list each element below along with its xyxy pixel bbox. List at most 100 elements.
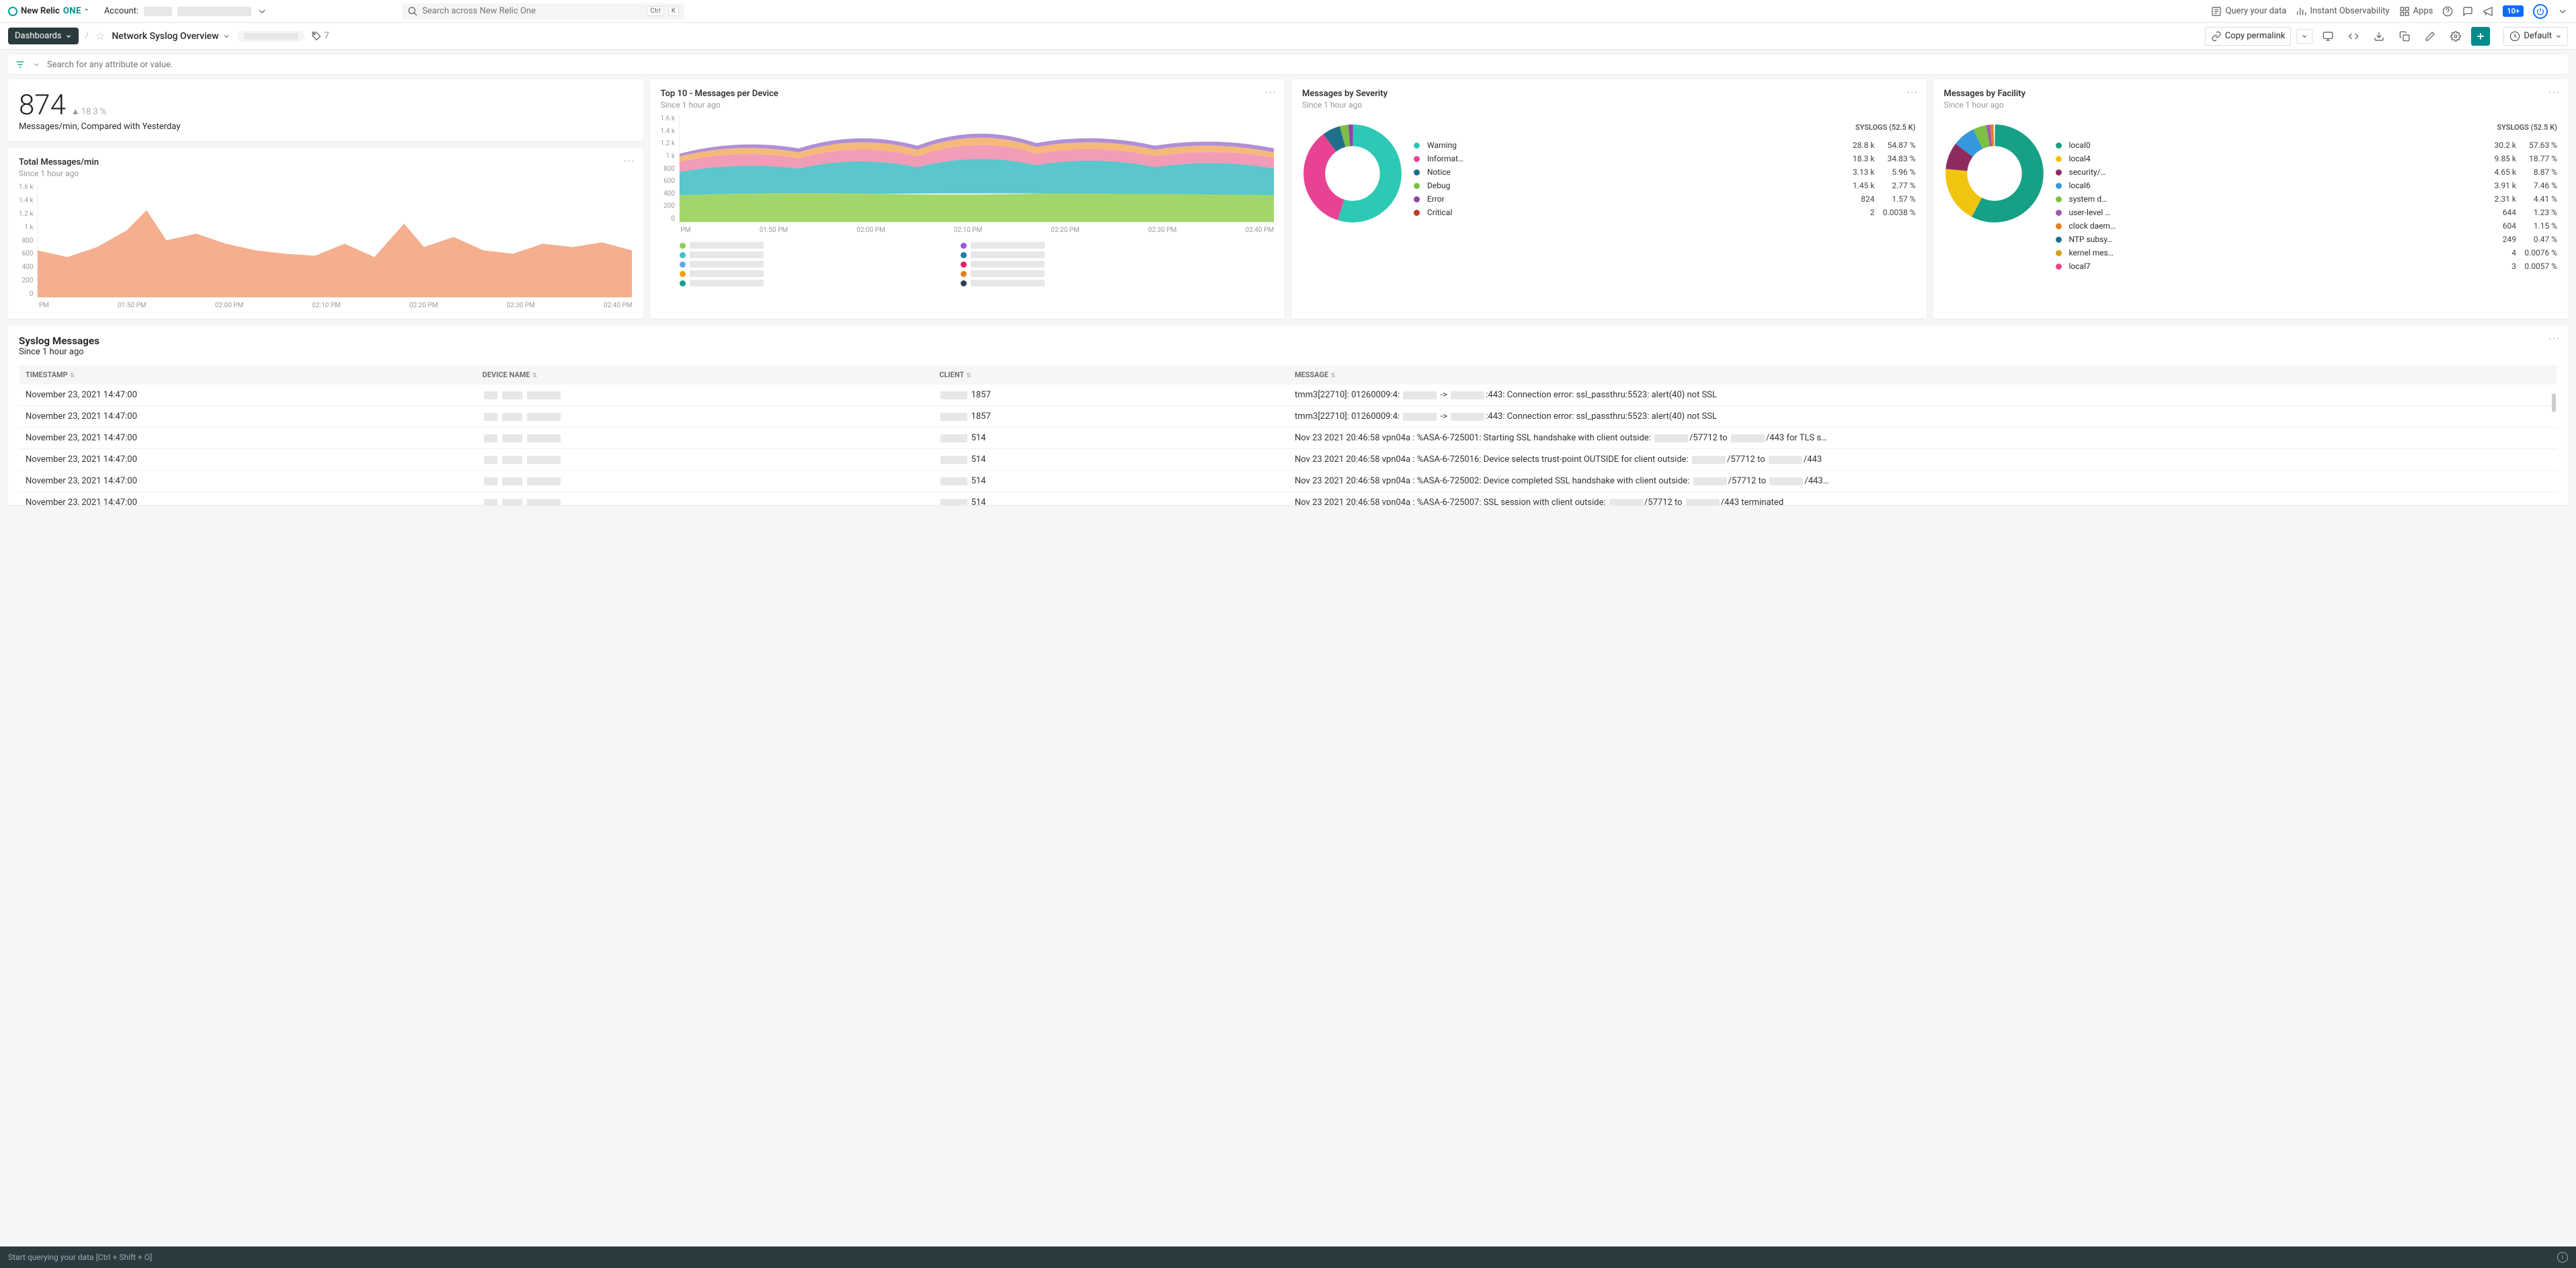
legend-row[interactable]: kernel mes…40.0076 % — [2056, 246, 2558, 260]
legend-row[interactable]: clock daem…6041.15 % — [2056, 219, 2558, 233]
col-header[interactable]: DEVICE NAME⇅ — [476, 365, 933, 385]
card-menu-button[interactable]: ··· — [1265, 86, 1277, 100]
cell-timestamp: November 23, 2021 14:47:00 — [19, 385, 476, 406]
legend-row[interactable]: Debug1.45 k2.77 % — [1414, 179, 1916, 192]
card-menu-button[interactable]: ··· — [623, 155, 635, 169]
copy-permalink-button[interactable]: Copy permalink — [2205, 27, 2292, 46]
scrollbar-thumb[interactable] — [2552, 393, 2556, 412]
chart-msgmin[interactable]: 1.6 k1.4 k1.2 k1 k8006004002000 — [19, 184, 633, 298]
legend-row[interactable]: system d…2.31 k4.41 % — [2056, 192, 2558, 206]
account-picker[interactable]: Account: — [104, 6, 268, 17]
donut-facility[interactable] — [1944, 123, 2045, 224]
legend-row[interactable]: local49.85 k18.77 % — [2056, 152, 2558, 165]
table-row[interactable]: November 23, 2021 14:47:00 514Nov 23 202… — [19, 492, 2557, 506]
table-row[interactable]: November 23, 2021 14:47:00 1857tmm3[2271… — [19, 385, 2557, 406]
legend-item[interactable] — [680, 261, 947, 268]
table-row[interactable]: November 23, 2021 14:47:00 514Nov 23 202… — [19, 471, 2557, 492]
legend-row[interactable]: security/…4.65 k8.87 % — [2056, 165, 2558, 179]
kbd-ctrl: Ctrl — [647, 6, 664, 16]
settings-button[interactable] — [2446, 26, 2466, 46]
legend-item[interactable] — [961, 251, 1228, 258]
time-picker[interactable]: Default — [2503, 27, 2568, 46]
legend-item[interactable] — [680, 242, 947, 249]
legend-item[interactable] — [680, 251, 947, 258]
help-icon[interactable] — [2442, 6, 2453, 17]
code-button[interactable] — [2343, 26, 2364, 46]
legend-percent: 54.87 % — [1879, 141, 1916, 150]
filter-icon[interactable] — [15, 59, 26, 70]
legend-item[interactable] — [961, 242, 1228, 249]
legend-row[interactable]: local030.2 k57.63 % — [2056, 138, 2558, 152]
download-button[interactable] — [2369, 26, 2389, 46]
legend-row[interactable]: user-level …6441.23 % — [2056, 206, 2558, 219]
tags-indicator[interactable]: 7 — [311, 31, 329, 42]
col-header[interactable]: TIMESTAMP⇅ — [19, 365, 476, 385]
brand-logo[interactable]: New Relic ONE™ — [8, 6, 88, 16]
legend-item[interactable] — [680, 270, 947, 277]
donut-severity[interactable] — [1302, 123, 1403, 224]
copy-button[interactable] — [2394, 26, 2415, 46]
legend-row[interactable]: NTP subsy…2490.47 % — [2056, 233, 2558, 246]
chart-top10[interactable]: 1.6 k1.4 k1.2 k1 k8006004002000 — [661, 115, 1275, 223]
edit-button[interactable] — [2420, 26, 2440, 46]
card-menu-button[interactable]: ··· — [1906, 86, 1918, 100]
add-widget-button[interactable] — [2471, 27, 2490, 46]
dot-icon — [2056, 223, 2062, 229]
legend-row[interactable]: Informat…18.3 k34.83 % — [1414, 152, 1916, 165]
legend-row[interactable]: Error8241.57 % — [1414, 192, 1916, 206]
legend-item[interactable] — [961, 270, 1228, 277]
col-header[interactable]: MESSAGE⇅ — [1288, 365, 2557, 385]
notif-badge[interactable]: 10+ — [2503, 5, 2524, 17]
legend-row[interactable]: Critical20.0038 % — [1414, 206, 1916, 219]
legend-facility: SYSLOGS (52.5 K) local030.2 k57.63 %loca… — [2056, 123, 2558, 273]
legend-percent: 1.15 % — [2520, 221, 2557, 231]
cell-message: Nov 23 2021 20:46:58 vpn04a : %ASA-6-725… — [1288, 428, 2557, 449]
legend-percent: 57.63 % — [2520, 141, 2557, 150]
tv-mode-button[interactable] — [2318, 26, 2338, 46]
filter-input[interactable] — [47, 60, 2561, 70]
table-row[interactable]: November 23, 2021 14:47:00 1857tmm3[2271… — [19, 406, 2557, 428]
apps-link[interactable]: Apps — [2399, 6, 2433, 17]
device-name-redacted — [971, 242, 1045, 249]
chat-icon[interactable] — [2462, 6, 2473, 17]
legend-row[interactable]: Notice3.13 k5.96 % — [1414, 165, 1916, 179]
user-menu[interactable] — [2533, 4, 2548, 19]
instant-obs-link[interactable]: Instant Observability — [2296, 6, 2389, 17]
chevron-down-icon[interactable] — [32, 61, 40, 69]
card-menu-button[interactable]: ··· — [2548, 332, 2560, 346]
legend-item[interactable] — [961, 280, 1228, 286]
dashboards-button[interactable]: Dashboards — [8, 28, 79, 44]
global-search[interactable]: Ctrl K — [402, 3, 684, 19]
legend-row[interactable]: local63.91 k7.46 % — [2056, 179, 2558, 192]
filter-bar — [8, 55, 2568, 74]
table-row[interactable]: November 23, 2021 14:47:00 514Nov 23 202… — [19, 428, 2557, 449]
announce-icon[interactable] — [2483, 6, 2493, 17]
legend-item[interactable] — [680, 280, 947, 286]
col-header[interactable]: CLIENT⇅ — [932, 365, 1288, 385]
query-footer[interactable]: Start querying your data [Ctrl + Shift +… — [0, 1246, 2576, 1268]
legend-label: clock daem… — [2069, 221, 2476, 231]
code-icon — [2348, 31, 2359, 42]
query-data-link[interactable]: Query your data — [2211, 6, 2286, 17]
dashboard-title[interactable]: Network Syslog Overview — [112, 31, 231, 42]
favorite-star[interactable]: ☆ — [95, 30, 105, 42]
legend-value: 249 — [2479, 235, 2516, 244]
legend-item[interactable] — [961, 261, 1228, 268]
plus-icon — [2475, 31, 2486, 42]
kpi-card: 874 ▲18.3 % Messages/min, Compared with … — [8, 79, 643, 141]
x-axis: PM01:50 PM02:00 PM02:10 PM02:20 PM02:30 … — [19, 302, 633, 309]
card-menu-button[interactable]: ··· — [2548, 86, 2560, 100]
table-row[interactable]: November 23, 2021 14:47:00 514Nov 23 202… — [19, 449, 2557, 471]
legend-value: 28.8 k — [1838, 141, 1875, 150]
info-icon[interactable]: i — [2557, 1252, 2568, 1263]
legend-row[interactable]: Warning28.8 k54.87 % — [1414, 138, 1916, 152]
permalink-dropdown[interactable] — [2296, 29, 2312, 44]
cell-client: 514 — [932, 449, 1288, 471]
search-input[interactable] — [422, 6, 643, 16]
legend-percent: 0.0057 % — [2520, 262, 2557, 271]
entity-pill[interactable] — [237, 31, 305, 42]
legend-row[interactable]: local730.0057 % — [2056, 260, 2558, 273]
chevron-down-icon[interactable] — [2557, 6, 2568, 17]
card-top10: ··· Top 10 - Messages per Device Since 1… — [650, 79, 1285, 319]
cell-device — [476, 406, 933, 428]
